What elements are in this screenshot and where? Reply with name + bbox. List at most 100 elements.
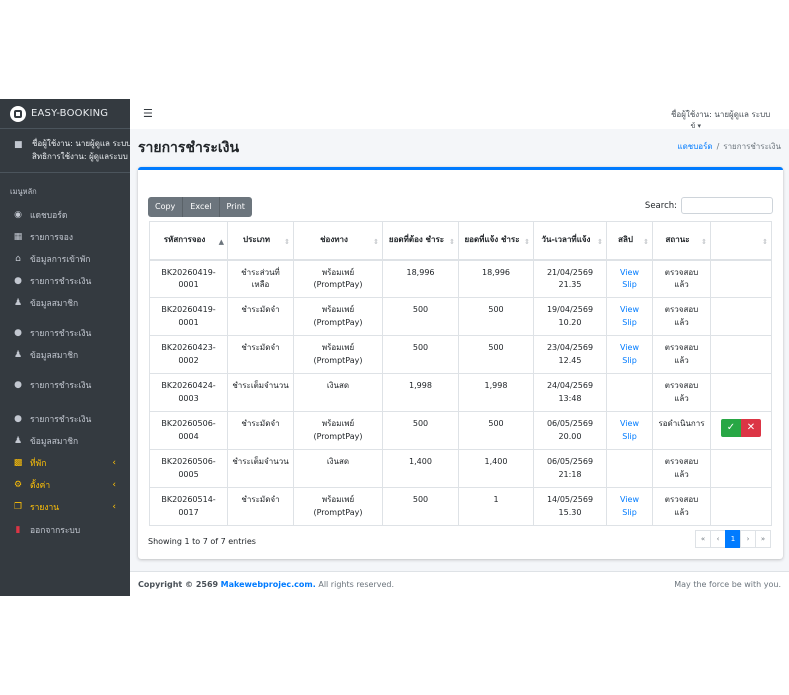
sidebar-item-payments-3[interactable]: ● รายการชำระเงิน	[0, 375, 130, 395]
breadcrumb: แดชบอร์ด / รายการชำระเงิน	[677, 140, 781, 153]
cell-amount-due: 500	[382, 411, 459, 450]
cell-actions	[710, 259, 772, 298]
brand-link[interactable]: EASY-BOOKING	[0, 99, 130, 129]
cell-type: ชำระมัดจำ	[227, 487, 294, 526]
copy-button[interactable]: Copy	[148, 197, 184, 217]
cell-channel: พร้อมเพย์ (PromptPay)	[293, 411, 383, 450]
chevron-left-icon: ‹	[112, 502, 116, 512]
col-actions[interactable]: ⇕	[710, 221, 772, 261]
cell-actions	[710, 335, 772, 374]
cell-date: 14/05/2569 15.30	[533, 487, 607, 526]
col-type[interactable]: ประเภท ⇕	[227, 221, 294, 261]
col-channel[interactable]: ช่องทาง ⇕	[293, 221, 383, 261]
cell-status: ตรวจสอบ แล้ว	[652, 335, 711, 374]
col-booking-code[interactable]: รหัสการจอง ▲	[149, 221, 228, 261]
col-status[interactable]: สถานะ ⇕	[652, 221, 711, 261]
sidebar-item-stays[interactable]: ⌂ ข้อมูลการเข้าพัก	[0, 249, 130, 269]
cell-slip[interactable]: View Slip	[606, 335, 653, 374]
table-row: BK20260423- 0002 ชำระมัดจำ พร้อมเพย์ (Prompt…	[149, 335, 772, 374]
col-amount-due[interactable]: ยอดที่ต้อง ชำระ ⇕	[382, 221, 459, 261]
search-input[interactable]	[681, 197, 773, 214]
brand-logo-icon	[10, 105, 26, 122]
breadcrumb-separator: /	[716, 142, 720, 151]
sidebar-item-bookings[interactable]: ▦ รายการจอง	[0, 227, 130, 247]
page-current-button[interactable]: 1	[725, 530, 741, 548]
page-prev-button[interactable]: ‹	[710, 530, 726, 548]
view-slip-link[interactable]: View	[607, 342, 652, 355]
calendar-icon: ▦	[13, 232, 23, 242]
page-next-button[interactable]: ›	[740, 530, 756, 548]
cell-status: ตรวจสอบ แล้ว	[652, 297, 711, 336]
cell-amount-due: 1,998	[382, 373, 459, 412]
cell-slip[interactable]: View Slip	[606, 259, 653, 298]
table-row: BK20260424- 0003 ชำระเต็มจำนวน เงินสด 1,998 1…	[149, 373, 772, 412]
sidebar-item-members-2[interactable]: ♟ ข้อมูลสมาชิก	[0, 345, 130, 365]
user-name-line: ชื่อผู้ใช้งาน: นายผู้ดูแล ระบบ	[32, 139, 130, 148]
print-button[interactable]: Print	[219, 197, 252, 217]
col-date[interactable]: วัน-เวลาที่แจ้ง ⇕	[533, 221, 607, 261]
sidebar-item-payments-4[interactable]: ● รายการชำระเงิน	[0, 409, 130, 429]
cell-type: ชำระเต็มจำนวน	[227, 373, 294, 412]
cell-slip[interactable]: View Slip	[606, 411, 653, 450]
user-dropdown-icon[interactable]: ข้ ▾	[690, 121, 701, 132]
menu-toggle-icon[interactable]: ☰	[143, 107, 153, 120]
top-user-menu[interactable]: ชื่อผู้ใช้งาน: นายผู้ดูแล ระบบ	[671, 108, 781, 121]
sidebar-item-members[interactable]: ♟ ข้อมูลสมาชิก	[0, 293, 130, 313]
cell-channel: พร้อมเพย์ (PromptPay)	[293, 297, 383, 336]
money-icon: ●	[14, 276, 22, 286]
cell-type: ชำระมัดจำ	[227, 411, 294, 450]
sidebar-item-payments[interactable]: ● รายการชำระเงิน	[0, 271, 130, 291]
reject-button[interactable]: ✕	[741, 419, 761, 437]
cell-amount-paid: 500	[458, 411, 534, 450]
cell-slip	[606, 373, 653, 412]
sidebar-item-reports[interactable]: ❐ รายงาน ‹	[0, 497, 130, 517]
cell-slip[interactable]: View Slip	[606, 487, 653, 526]
users-icon: ♟	[13, 350, 23, 360]
view-slip-link[interactable]: View	[607, 418, 652, 431]
approve-button[interactable]: ✓	[721, 419, 741, 437]
page-last-button[interactable]: »	[755, 530, 771, 548]
sidebar-item-settings[interactable]: ⚙ ตั้งค่า ‹	[0, 475, 130, 495]
cell-slip[interactable]: View Slip	[606, 297, 653, 336]
payments-table: รหัสการจอง ▲ ประเภท ⇕ ช่องทาง ⇕ ยอดที่ต้อง …	[149, 221, 772, 526]
menu-header: เมนูหลัก	[10, 187, 37, 196]
table-row: BK20260419- 0001 ชำระส่วนที่ เหลือ พร้อมเพย์…	[149, 259, 772, 298]
sort-icon: ⇕	[597, 238, 603, 246]
sidebar-item-members-3[interactable]: ♟ ข้อมูลสมาชิก	[0, 431, 130, 451]
excel-button[interactable]: Excel	[183, 197, 220, 217]
cell-type: ชำระมัดจำ	[227, 297, 294, 336]
cell-booking-code: BK20260506- 0005	[149, 449, 228, 488]
col-amount-paid[interactable]: ยอดที่แจ้ง ชำระ ⇕	[458, 221, 534, 261]
view-slip-link[interactable]: View	[607, 494, 652, 507]
sort-icon: ⇕	[284, 238, 290, 246]
cell-booking-code: BK20260419- 0001	[149, 259, 228, 298]
view-slip-link[interactable]: View	[607, 267, 652, 280]
cell-amount-due: 500	[382, 335, 459, 374]
sidebar-item-payments-2[interactable]: ● รายการชำระเงิน	[0, 323, 130, 343]
user-panel: ■ ชื่อผู้ใช้งาน: นายผู้ดูแล ระบบ สิทธิกา…	[0, 129, 130, 173]
cell-status: ตรวจสอบ แล้ว	[652, 487, 711, 526]
dashboard-icon: ◉	[14, 210, 22, 220]
cell-amount-paid: 1	[458, 487, 534, 526]
book-icon: ▮	[15, 525, 21, 535]
breadcrumb-home[interactable]: แดชบอร์ด	[677, 142, 712, 151]
cell-booking-code: BK20260506- 0004	[149, 411, 228, 450]
sort-icon: ⇕	[373, 238, 379, 246]
building-icon: ▩	[13, 458, 23, 468]
footer-brand-link[interactable]: Makewebprojec.com.	[221, 580, 316, 589]
sidebar-item-accommodation[interactable]: ▩ ที่พัก ‹	[0, 453, 130, 473]
cell-actions	[710, 297, 772, 336]
cell-status: ตรวจสอบ แล้ว	[652, 449, 711, 488]
cell-channel: เงินสด	[293, 449, 383, 488]
page-first-button[interactable]: «	[695, 530, 711, 548]
footer-copyright: Copyright © 2569 Makewebprojec.com. All …	[138, 580, 395, 589]
cell-date: 19/04/2569 10.20	[533, 297, 607, 336]
cell-booking-code: BK20260423- 0002	[149, 335, 228, 374]
cell-type: ชำระเต็มจำนวน	[227, 449, 294, 488]
money-icon: ●	[14, 328, 22, 338]
cell-booking-code: BK20260419- 0001	[149, 297, 228, 336]
sidebar-item-logout[interactable]: ▮ ออกจากระบบ	[0, 520, 130, 540]
col-slip[interactable]: สลิป ⇕	[606, 221, 653, 261]
view-slip-link[interactable]: View	[607, 304, 652, 317]
sidebar-item-dashboard[interactable]: ◉ แดชบอร์ด	[0, 205, 130, 225]
